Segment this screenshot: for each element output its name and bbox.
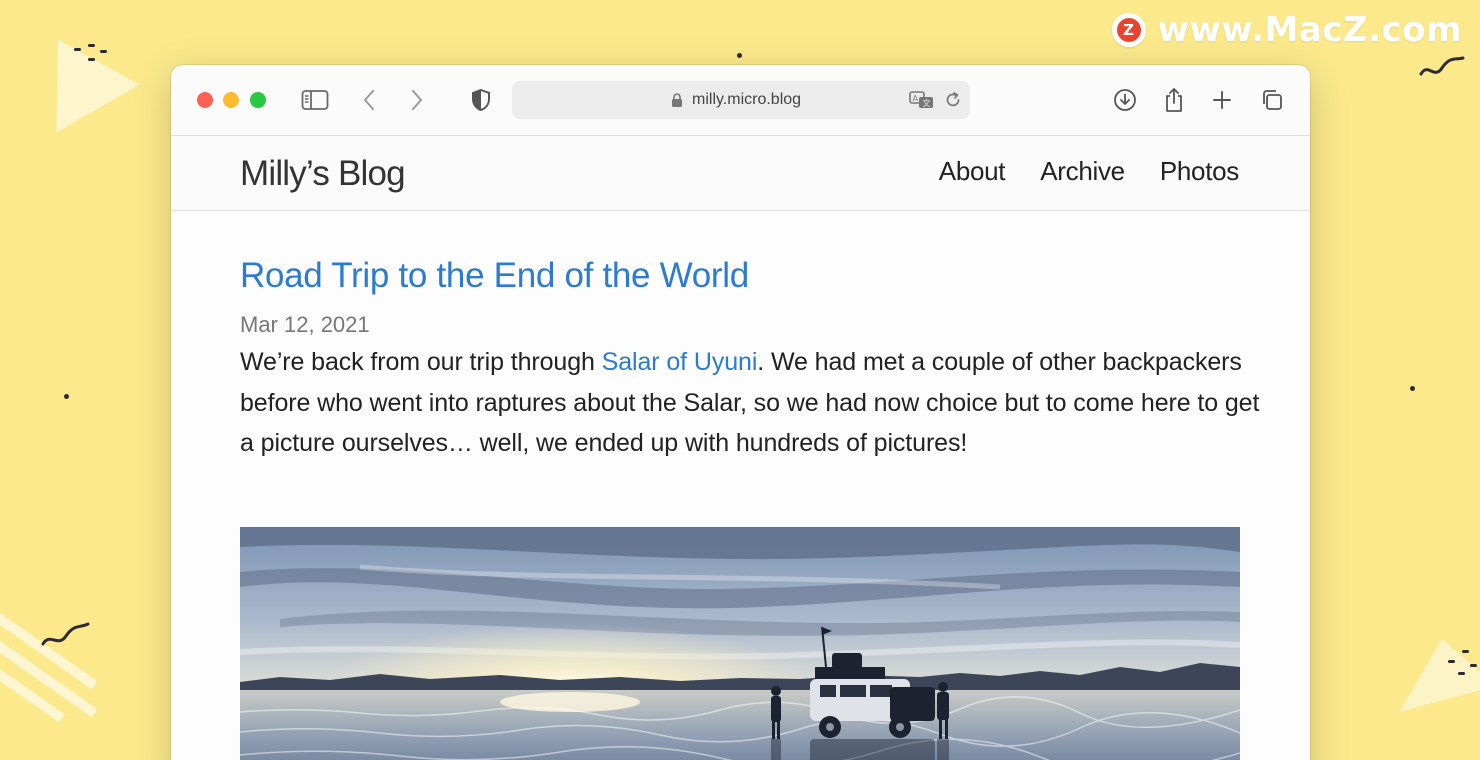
site-header: Milly’s Blog About Archive Photos (171, 136, 1310, 211)
decorative-triangle (16, 15, 140, 133)
decorative-dot (737, 53, 742, 58)
address-text: milly.micro.blog (692, 91, 802, 108)
post-title-link[interactable]: Road Trip to the End of the World (240, 256, 749, 296)
tab-overview-icon[interactable] (1258, 86, 1286, 114)
decorative-dash (1462, 650, 1469, 653)
watermark: Z www.MacZ.com (1111, 8, 1462, 52)
web-page: Milly’s Blog About Archive Photos Road T… (171, 136, 1310, 760)
decorative-triangle (1383, 628, 1480, 712)
watermark-logo-letter: Z (1116, 18, 1141, 42)
download-icon[interactable] (1111, 86, 1139, 114)
address-bar[interactable]: milly.micro.blog A文 (512, 81, 970, 119)
lock-icon (672, 93, 682, 107)
decorative-squiggle (1419, 56, 1465, 76)
browser-window: milly.micro.blog A文 Milly’s Blog About A… (171, 65, 1310, 760)
share-icon[interactable] (1160, 86, 1188, 114)
post-date: Mar 12, 2021 (240, 312, 370, 337)
decorative-dot (64, 394, 69, 399)
forward-icon[interactable] (403, 86, 431, 114)
post-inline-link[interactable]: Salar of Uyuni (602, 348, 758, 376)
post-body: We’re back from our trip through Salar o… (240, 342, 1260, 464)
sidebar-icon[interactable] (301, 86, 329, 114)
decorative-dash (88, 58, 95, 61)
decorative-dash (74, 48, 81, 51)
reload-icon[interactable] (944, 91, 962, 109)
decorative-dash (1448, 660, 1455, 663)
decorative-dash (1458, 672, 1465, 675)
nav-link-archive[interactable]: Archive (1040, 156, 1125, 187)
back-icon[interactable] (355, 86, 383, 114)
svg-text:文: 文 (923, 98, 931, 108)
browser-toolbar: milly.micro.blog A文 (171, 65, 1310, 136)
translate-icon[interactable]: A文 (909, 90, 935, 110)
watermark-logo: Z (1111, 13, 1146, 47)
decorative-dash (88, 44, 95, 47)
nav-link-photos[interactable]: Photos (1160, 156, 1239, 187)
decorative-squiggle (41, 622, 90, 646)
decorative-dash (100, 50, 107, 53)
post-photo[interactable] (240, 527, 1240, 760)
site-title-link[interactable]: Milly’s Blog (240, 154, 406, 194)
maximize-window-button[interactable] (250, 92, 266, 108)
decorative-dot (1410, 386, 1415, 391)
close-window-button[interactable] (197, 92, 213, 108)
svg-text:A: A (913, 94, 919, 103)
new-tab-icon[interactable] (1208, 86, 1236, 114)
watermark-text: www.MacZ.com (1157, 10, 1462, 50)
minimize-window-button[interactable] (223, 92, 239, 108)
decorative-dash (1470, 664, 1477, 667)
site-nav: About Archive Photos (939, 156, 1240, 187)
salt-flat-sunset-photo (240, 527, 1240, 760)
privacy-shield-icon[interactable] (467, 86, 495, 114)
nav-link-about[interactable]: About (939, 156, 1006, 187)
post-body-text: We’re back from our trip through (240, 348, 602, 376)
